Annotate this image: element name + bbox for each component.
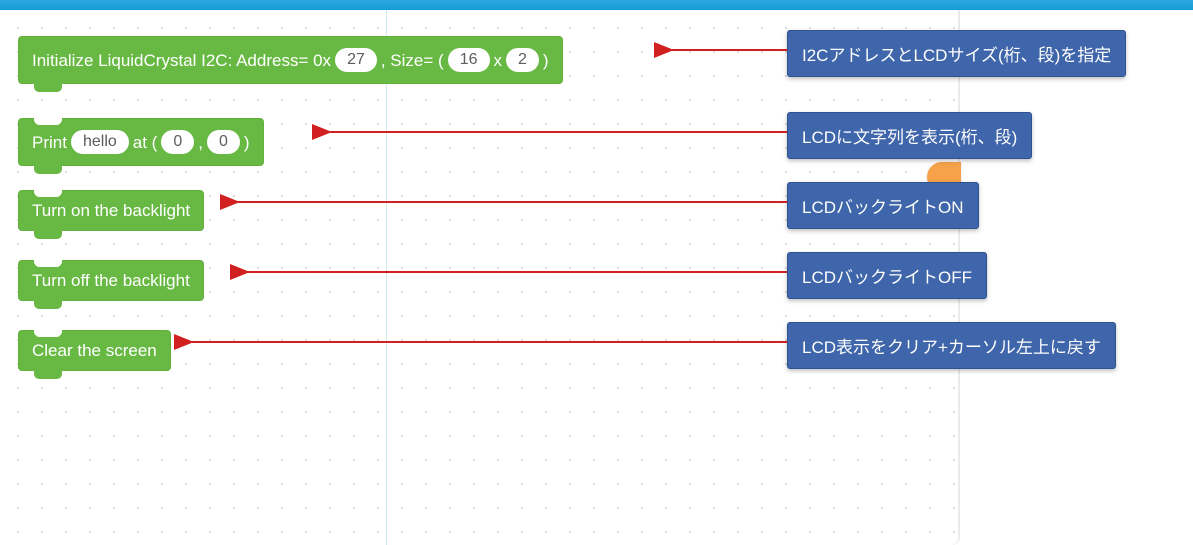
block-text: Print (32, 134, 67, 151)
annotation-backlight-on: LCDバックライトON (787, 182, 979, 229)
block-text: Turn off the backlight (32, 272, 190, 289)
input-print-row[interactable]: 0 (207, 130, 240, 154)
block-text: x (494, 52, 503, 69)
input-print-text[interactable]: hello (71, 130, 129, 154)
input-lcd-cols[interactable]: 16 (448, 48, 490, 72)
block-text: Initialize LiquidCrystal I2C: Address= 0… (32, 52, 331, 69)
input-print-col[interactable]: 0 (161, 130, 194, 154)
input-lcd-rows[interactable]: 2 (506, 48, 539, 72)
block-text: ) (543, 52, 549, 69)
block-print[interactable]: Print hello at ( 0 , 0 ) (18, 118, 264, 166)
canvas-divider (386, 10, 387, 545)
annotation-clear: LCD表示をクリア+カーソル左上に戻す (787, 322, 1116, 369)
block-clear-screen[interactable]: Clear the screen (18, 330, 171, 371)
annotation-init: I2CアドレスとLCDサイズ(桁、段)を指定 (787, 30, 1126, 77)
annotation-backlight-off: LCDバックライトOFF (787, 252, 987, 299)
block-text: Turn on the backlight (32, 202, 190, 219)
input-i2c-address[interactable]: 27 (335, 48, 377, 72)
block-text: , Size= ( (381, 52, 444, 69)
block-text: at ( (133, 134, 158, 151)
block-text: Clear the screen (32, 342, 157, 359)
block-text: ) (244, 134, 250, 151)
annotation-print: LCDに文字列を表示(桁、段) (787, 112, 1032, 159)
block-backlight-off[interactable]: Turn off the backlight (18, 260, 204, 301)
topbar (0, 0, 1193, 10)
block-init-lcd[interactable]: Initialize LiquidCrystal I2C: Address= 0… (18, 36, 563, 84)
block-backlight-on[interactable]: Turn on the backlight (18, 190, 204, 231)
block-text: , (198, 134, 203, 151)
